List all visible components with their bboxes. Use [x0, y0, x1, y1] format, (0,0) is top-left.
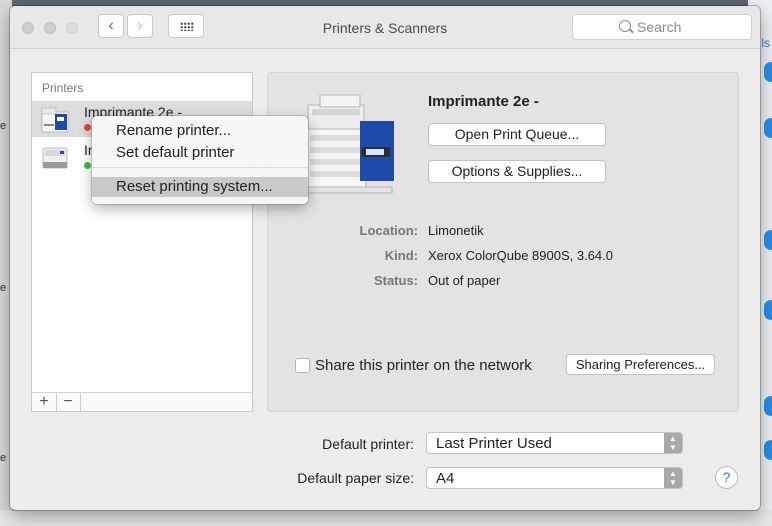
background-blob [764, 230, 772, 250]
background-blob [764, 396, 772, 416]
reset-printing-system-menu-item[interactable]: Reset printing system... [92, 177, 308, 197]
background-text: e [0, 120, 7, 132]
status-label: Status: [373, 273, 418, 288]
sharing-preferences-button[interactable]: Sharing Preferences... [566, 354, 715, 375]
status-dot [84, 124, 91, 131]
default-paper-size-value: A4 [436, 470, 455, 487]
kind-label: Kind: [384, 248, 418, 263]
background-blob [764, 62, 772, 82]
background-text: e [0, 282, 7, 294]
default-printer-value: Last Printer Used [436, 435, 552, 452]
printers-scanners-window: ‹ › Printers & Scanners Printers Imprima… [10, 6, 760, 510]
background-text: ls [761, 36, 770, 50]
context-menu: Rename printer... Set default printer Re… [92, 116, 308, 204]
status-value: Out of paper [428, 273, 501, 288]
selected-printer-name: Imprimante 2e - [428, 93, 539, 110]
status-dot [84, 162, 91, 169]
share-printer-checkbox[interactable] [295, 358, 310, 373]
default-paper-size-select[interactable]: A4 ▲ ▼ [426, 467, 683, 489]
title-bar: ‹ › Printers & Scanners [10, 6, 760, 49]
rename-printer-menu-item[interactable]: Rename printer... [92, 121, 308, 141]
location-value: Limonetik [428, 223, 484, 238]
add-printer-button[interactable]: + [32, 393, 57, 411]
location-label: Location: [359, 223, 419, 238]
search-field[interactable] [572, 14, 752, 40]
background-window-bottom [0, 510, 772, 526]
printer-thumbnail-icon [41, 107, 69, 133]
search-icon [619, 20, 631, 32]
default-paper-size-label: Default paper size: [297, 470, 414, 486]
open-print-queue-button[interactable]: Open Print Queue... [428, 123, 606, 146]
printer-image [303, 94, 394, 194]
printer-detail-panel: Imprimante 2e - Open Print Queue... Opti… [267, 72, 739, 412]
share-printer-label[interactable]: Share this printer on the network [315, 357, 532, 374]
background-text: e [0, 452, 7, 464]
printers-list-header: Printers [42, 81, 84, 95]
background-blob [764, 440, 772, 460]
menu-separator [92, 167, 308, 168]
remove-printer-button[interactable]: − [56, 393, 81, 411]
kind-value: Xerox ColorQube 8900S, 3.64.0 [428, 248, 614, 263]
set-default-printer-menu-item[interactable]: Set default printer [92, 143, 308, 163]
updown-arrows-icon: ▲ ▼ [664, 468, 682, 488]
background-blob [764, 300, 772, 320]
default-printer-label: Default printer: [322, 436, 414, 452]
background-blob [764, 118, 772, 138]
help-button[interactable]: ? [715, 466, 738, 489]
default-printer-select[interactable]: Last Printer Used ▲ ▼ [426, 432, 683, 454]
updown-arrows-icon: ▲ ▼ [664, 433, 682, 453]
search-input[interactable] [637, 19, 747, 35]
printer-thumbnail-icon [42, 147, 68, 169]
printers-list-footer: + − [31, 392, 253, 412]
options-supplies-button[interactable]: Options & Supplies... [428, 160, 606, 183]
